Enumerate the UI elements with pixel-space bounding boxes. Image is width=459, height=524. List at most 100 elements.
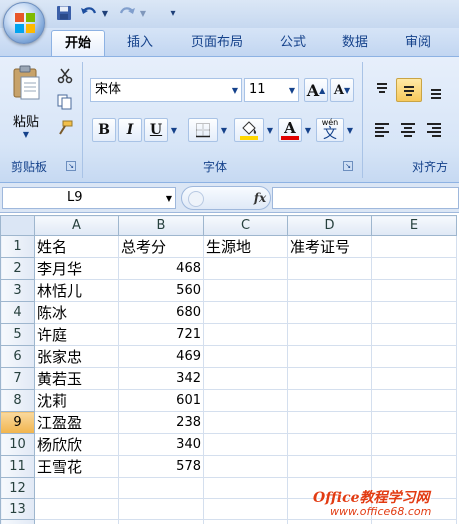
underline-dropdown-icon[interactable]: ▼ — [168, 118, 180, 142]
phonetic-dropdown-icon[interactable]: ▼ — [344, 118, 356, 142]
cut-button[interactable] — [54, 66, 76, 86]
cell-b3[interactable]: 560 — [118, 279, 204, 302]
row-header[interactable]: 7 — [0, 367, 35, 390]
row-header[interactable]: 2 — [0, 257, 35, 280]
tab-page-layout[interactable]: 页面布局 — [178, 30, 256, 56]
row-header[interactable]: 6 — [0, 345, 35, 368]
cell-c10[interactable] — [203, 433, 288, 456]
cell-d10[interactable] — [287, 433, 372, 456]
cell-b7[interactable]: 342 — [118, 367, 204, 390]
undo-dropdown-icon[interactable]: ▼ — [100, 3, 110, 23]
name-box[interactable]: L9 — [2, 187, 176, 209]
row-header[interactable]: 13 — [0, 498, 35, 520]
cell-a7[interactable]: 黄若玉 — [34, 367, 119, 390]
fill-color-button[interactable] — [234, 118, 264, 142]
shrink-font-button[interactable]: A ▼ — [330, 78, 354, 102]
row-header[interactable]: 8 — [0, 389, 35, 412]
align-right-button[interactable] — [422, 118, 446, 142]
cell-b5[interactable]: 721 — [118, 323, 204, 346]
insert-function-button[interactable]: fx — [250, 188, 270, 208]
font-size-dropdown-icon[interactable]: ▼ — [286, 79, 298, 101]
cell-a5[interactable]: 许庭 — [34, 323, 119, 346]
tab-review[interactable]: 审阅 — [393, 30, 443, 56]
office-button[interactable] — [3, 2, 45, 44]
borders-dropdown-icon[interactable]: ▼ — [218, 118, 230, 142]
italic-button[interactable]: I — [118, 118, 142, 142]
cell-e1[interactable] — [371, 235, 457, 258]
cell-e6[interactable] — [371, 345, 457, 368]
cell-b13[interactable] — [118, 498, 204, 520]
column-header-c[interactable]: C — [203, 215, 288, 236]
tab-data[interactable]: 数据 — [330, 30, 380, 56]
align-top-button[interactable] — [370, 78, 394, 102]
cell-c13[interactable] — [203, 498, 288, 520]
cell-c14[interactable] — [203, 519, 288, 524]
cell-b1[interactable]: 总考分 — [118, 235, 204, 258]
cell-a4[interactable]: 陈冰 — [34, 301, 119, 324]
cell-e5[interactable] — [371, 323, 457, 346]
cell-e4[interactable] — [371, 301, 457, 324]
column-header-e[interactable]: E — [371, 215, 457, 236]
cell-b10[interactable]: 340 — [118, 433, 204, 456]
cell-e3[interactable] — [371, 279, 457, 302]
clipboard-dialog-launcher-icon[interactable]: ↘ — [66, 161, 76, 171]
grow-font-button[interactable]: A ▲ — [304, 78, 328, 102]
align-bottom-button[interactable] — [424, 78, 448, 102]
cell-a14[interactable] — [34, 519, 119, 524]
cell-a12[interactable] — [34, 477, 119, 499]
cell-e7[interactable] — [371, 367, 457, 390]
column-header-d[interactable]: D — [287, 215, 372, 236]
tab-insert[interactable]: 插入 — [115, 30, 165, 56]
fill-color-dropdown-icon[interactable]: ▼ — [264, 118, 276, 142]
cell-b8[interactable]: 601 — [118, 389, 204, 412]
tab-home[interactable]: 开始 — [51, 30, 105, 56]
cell-c3[interactable] — [203, 279, 288, 302]
cell-c2[interactable] — [203, 257, 288, 280]
cell-e9[interactable] — [371, 411, 457, 434]
cell-c4[interactable] — [203, 301, 288, 324]
cell-d8[interactable] — [287, 389, 372, 412]
select-all-corner[interactable] — [0, 215, 35, 236]
cell-c11[interactable] — [203, 455, 288, 478]
row-header[interactable]: 14 — [0, 519, 35, 524]
cell-b12[interactable] — [118, 477, 204, 499]
row-header[interactable]: 4 — [0, 301, 35, 324]
tab-formulas[interactable]: 公式 — [268, 30, 318, 56]
font-name-combo[interactable]: 宋体 — [90, 78, 242, 102]
cell-a1[interactable]: 姓名 — [34, 235, 119, 258]
row-header[interactable]: 3 — [0, 279, 35, 302]
cell-d4[interactable] — [287, 301, 372, 324]
cell-d11[interactable] — [287, 455, 372, 478]
cell-b14[interactable] — [118, 519, 204, 524]
cell-e11[interactable] — [371, 455, 457, 478]
cell-d3[interactable] — [287, 279, 372, 302]
column-header-b[interactable]: B — [118, 215, 204, 236]
copy-button[interactable] — [54, 92, 76, 112]
cell-b4[interactable]: 680 — [118, 301, 204, 324]
bold-button[interactable]: B — [92, 118, 116, 142]
align-left-button[interactable] — [370, 118, 394, 142]
redo-icon[interactable] — [116, 3, 138, 23]
cell-d6[interactable] — [287, 345, 372, 368]
cell-b6[interactable]: 469 — [118, 345, 204, 368]
font-dialog-launcher-icon[interactable]: ↘ — [343, 161, 353, 171]
row-header[interactable]: 10 — [0, 433, 35, 456]
row-header[interactable]: 9 — [0, 411, 35, 434]
cell-c7[interactable] — [203, 367, 288, 390]
font-color-button[interactable]: A — [278, 118, 302, 142]
cell-a3[interactable]: 林恬儿 — [34, 279, 119, 302]
cell-c5[interactable] — [203, 323, 288, 346]
cell-c9[interactable] — [203, 411, 288, 434]
cell-b2[interactable]: 468 — [118, 257, 204, 280]
cell-d2[interactable] — [287, 257, 372, 280]
cell-c8[interactable] — [203, 389, 288, 412]
cell-a13[interactable] — [34, 498, 119, 520]
cell-b9[interactable]: 238 — [118, 411, 204, 434]
borders-button[interactable] — [188, 118, 218, 142]
font-name-dropdown-icon[interactable]: ▼ — [229, 79, 241, 101]
cell-d7[interactable] — [287, 367, 372, 390]
paste-button[interactable]: 粘贴 ▼ — [6, 62, 46, 142]
cell-d5[interactable] — [287, 323, 372, 346]
redo-dropdown-icon[interactable]: ▼ — [138, 3, 148, 23]
cell-b11[interactable]: 578 — [118, 455, 204, 478]
